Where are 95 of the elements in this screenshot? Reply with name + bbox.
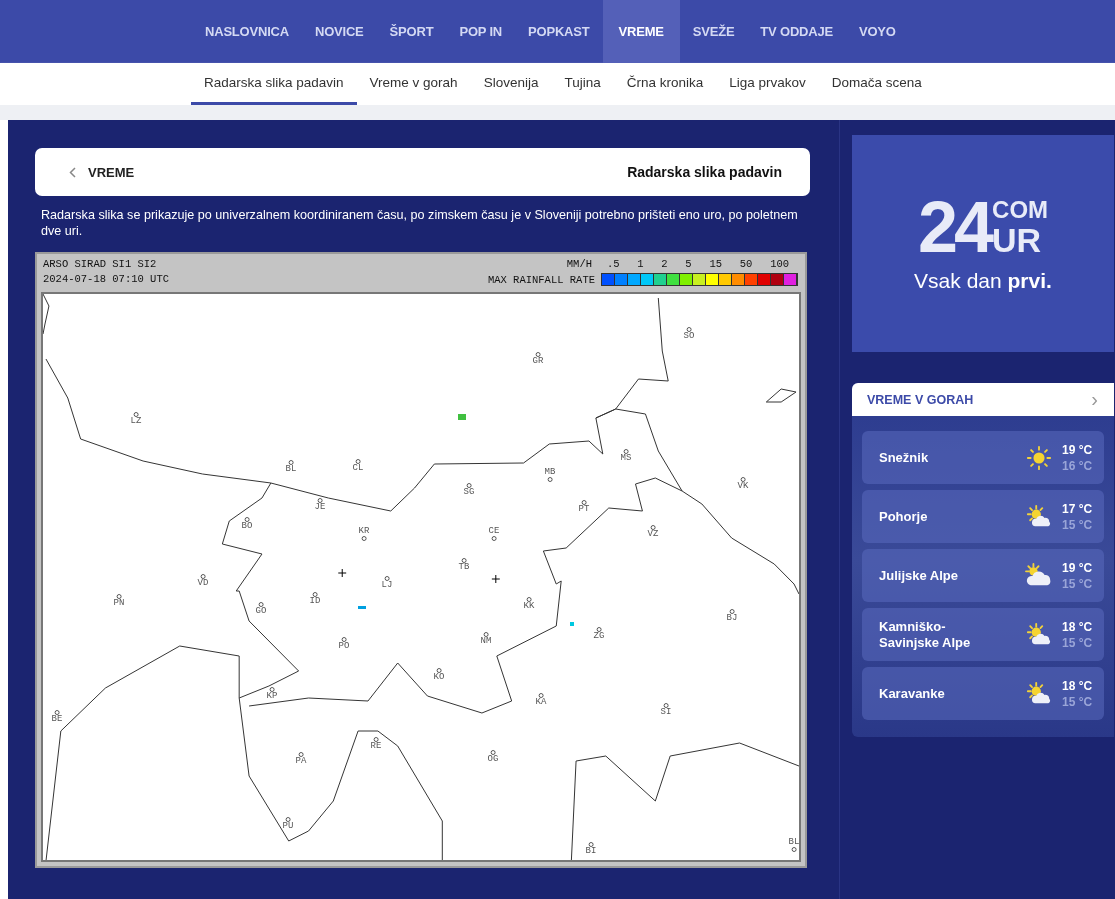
- low-temperature: 15 °C: [1062, 693, 1094, 710]
- station-label: VK: [737, 482, 749, 491]
- low-temperature: 15 °C: [1062, 575, 1094, 592]
- location-card[interactable]: Kamniško-Savinjske Alpe 18 °C 15 °C: [862, 608, 1104, 661]
- nav-link[interactable]: VREME: [602, 0, 680, 63]
- legend-value: 100: [770, 258, 790, 270]
- legend-value: 1: [637, 258, 644, 270]
- station-label: LJ: [381, 581, 393, 590]
- location-card[interactable]: Julijske Alpe 19 °C 15 °C: [862, 549, 1104, 602]
- station-label: MS: [620, 454, 632, 463]
- cross-marker-icon: [491, 574, 501, 584]
- rain-echo-icon: [358, 606, 366, 609]
- nav-link[interactable]: NASLOVNICA: [192, 0, 302, 63]
- legend-value: 5: [685, 258, 692, 270]
- station-label: JE: [314, 503, 326, 512]
- rain-echo-icon: [458, 414, 466, 420]
- legend-value: 15: [709, 258, 723, 270]
- subnav-tab[interactable]: Črna kronika: [613, 63, 717, 105]
- chevron-left-icon: [69, 166, 76, 178]
- station-label: BL: [285, 465, 297, 474]
- station-label: KR: [358, 527, 370, 536]
- radar-source: ARSO SIRAD SI1 SI2: [43, 258, 158, 270]
- legend-title: MAX RAINFALL RATE: [487, 273, 595, 286]
- legend-value: 2: [661, 258, 668, 270]
- description-text: Radarska slika se prikazuje po univerzalnem koordiniranem času, po zimskem času je v Sloveniji potrebno prišteti eno uro, po poletnem dve uri.: [41, 207, 799, 239]
- station-label: BI: [585, 847, 597, 856]
- location-name: Kamniško-Savinjske Alpe: [879, 618, 972, 651]
- station-label: PO: [338, 642, 350, 651]
- radar-timestamp: 2024-07-18 07:10 UTC: [43, 273, 170, 285]
- station-label: SG: [463, 488, 475, 497]
- location-name: Snežnik: [879, 449, 930, 466]
- unit-label: MM/H: [566, 258, 592, 270]
- nav-link[interactable]: POPKAST: [515, 0, 603, 63]
- station-label: MB: [544, 468, 556, 477]
- legend-value: 50: [739, 258, 753, 270]
- cross-marker-icon: [337, 568, 347, 578]
- high-temperature: 19 °C: [1062, 441, 1094, 458]
- station-label: LZ: [130, 417, 142, 426]
- nav-link[interactable]: NOVICE: [301, 0, 377, 63]
- station-label: BE: [51, 715, 63, 724]
- station-label: NM: [480, 637, 492, 646]
- nav-link[interactable]: ŠPORT: [376, 0, 447, 63]
- subnav-tab[interactable]: Slovenija: [470, 63, 552, 105]
- rain-echo-icon: [570, 622, 574, 626]
- subnav-tab[interactable]: Tujina: [551, 63, 614, 105]
- station-label: PU: [282, 822, 294, 831]
- station-label: BJ: [726, 614, 738, 623]
- nav-link[interactable]: TV ODDAJE: [747, 0, 846, 63]
- station-label: RE: [370, 742, 382, 751]
- sun-icon: [1026, 444, 1052, 471]
- station-label: VD: [197, 579, 209, 588]
- location-card[interactable]: Snežnik 19 °C 16 °C: [862, 431, 1104, 484]
- legend-value: .5: [606, 258, 620, 270]
- station-label: PA: [295, 757, 307, 766]
- station-label: BL: [788, 838, 800, 847]
- station-label: SO: [683, 332, 695, 341]
- nav-link[interactable]: POP IN: [446, 0, 516, 63]
- station-label: KO: [433, 673, 445, 682]
- location-card[interactable]: Pohorje 17 °C 15 °C: [862, 490, 1104, 543]
- location-name: Pohorje: [879, 508, 929, 525]
- low-temperature: 15 °C: [1062, 516, 1094, 533]
- station-label: KA: [535, 698, 547, 707]
- location-name: Julijske Alpe: [879, 567, 959, 584]
- tagline: Vsak dan prvi.: [914, 268, 1052, 293]
- station-label: PN: [113, 599, 125, 608]
- location-name: Karavanke: [879, 685, 946, 702]
- station-label: CL: [352, 464, 364, 473]
- high-temperature: 19 °C: [1062, 559, 1094, 576]
- high-temperature: 18 °C: [1062, 677, 1094, 694]
- station-label: GO: [255, 607, 267, 616]
- station-label: VZ: [647, 530, 659, 539]
- station-label: KK: [523, 602, 535, 611]
- nav-link[interactable]: VOYO: [845, 0, 909, 63]
- subnav-tab[interactable]: Liga prvakov: [716, 63, 819, 105]
- low-temperature: 15 °C: [1062, 634, 1094, 651]
- station-label: SI: [660, 708, 672, 717]
- page-title: Radarska slika padavin: [627, 164, 782, 180]
- station-label: TB: [458, 563, 470, 572]
- subnav-tab[interactable]: Domača scena: [818, 63, 935, 105]
- station-label: PT: [578, 505, 590, 514]
- station-label: CE: [488, 527, 500, 536]
- widget-title: VREME V GORAH: [867, 392, 974, 407]
- station-label: GR: [532, 357, 544, 366]
- station-label: KP: [266, 692, 278, 701]
- subnav-tab[interactable]: Vreme v gorah: [356, 63, 471, 105]
- station-label: ZG: [593, 632, 605, 641]
- low-temperature: 16 °C: [1062, 457, 1094, 474]
- station-label: OG: [487, 755, 499, 764]
- station-label: BO: [241, 522, 253, 531]
- nav-link[interactable]: SVEŽE: [679, 0, 748, 63]
- high-temperature: 18 °C: [1062, 618, 1094, 635]
- location-card[interactable]: Karavanke 18 °C 15 °C: [862, 667, 1104, 720]
- back-link[interactable]: VREME: [69, 164, 135, 180]
- station-label: ID: [309, 597, 321, 606]
- high-temperature: 17 °C: [1062, 500, 1094, 517]
